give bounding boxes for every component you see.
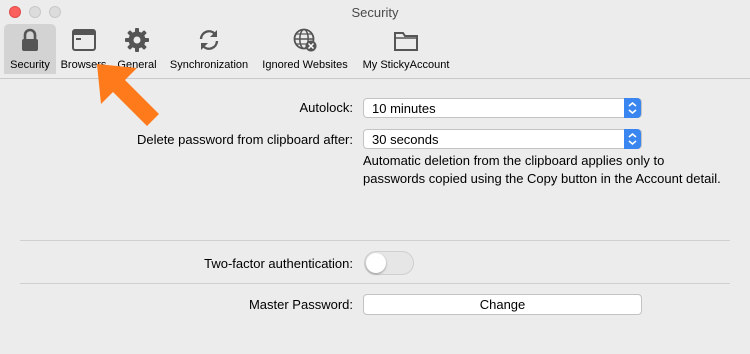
title-bar: Security <box>0 0 750 24</box>
section-divider <box>20 283 730 284</box>
section-divider <box>20 240 730 241</box>
tab-security[interactable]: Security <box>4 24 56 74</box>
gear-icon <box>125 28 149 52</box>
sync-icon <box>199 30 219 50</box>
select-arrows-icon <box>624 98 641 118</box>
clipboard-label: Delete password from clipboard after: <box>136 132 353 147</box>
browser-window-icon <box>71 29 96 51</box>
annotation-arrow-icon <box>97 64 159 126</box>
autolock-select[interactable]: 10 minutes <box>363 98 642 118</box>
tab-my-stickyaccount[interactable]: My StickyAccount <box>355 24 457 74</box>
window-title: Security <box>351 5 399 20</box>
clipboard-clear-select[interactable]: 30 seconds <box>363 129 642 149</box>
clipboard-hint: Automatic deletion from the clipboard ap… <box>363 153 721 186</box>
tab-ignored-websites-label: Ignored Websites <box>262 59 348 71</box>
clipboard-value: 30 seconds <box>372 132 439 147</box>
folder-icon <box>394 32 418 51</box>
tab-synchronization-label: Synchronization <box>169 59 249 71</box>
two-factor-toggle[interactable] <box>364 251 414 275</box>
tab-security-label: Security <box>10 59 50 71</box>
change-master-password-button[interactable]: Change <box>363 294 642 315</box>
globe-blocked-icon <box>293 28 317 52</box>
toggle-knob <box>366 253 386 273</box>
tab-my-stickyaccount-label: My StickyAccount <box>362 59 450 71</box>
tab-ignored-websites[interactable]: Ignored Websites <box>257 24 353 74</box>
select-arrows-icon <box>624 129 641 149</box>
master-password-label: Master Password: <box>248 297 353 312</box>
autolock-value: 10 minutes <box>372 101 436 116</box>
lock-icon <box>22 28 38 51</box>
two-factor-label: Two-factor authentication: <box>204 256 353 271</box>
tab-synchronization[interactable]: Synchronization <box>163 24 255 74</box>
